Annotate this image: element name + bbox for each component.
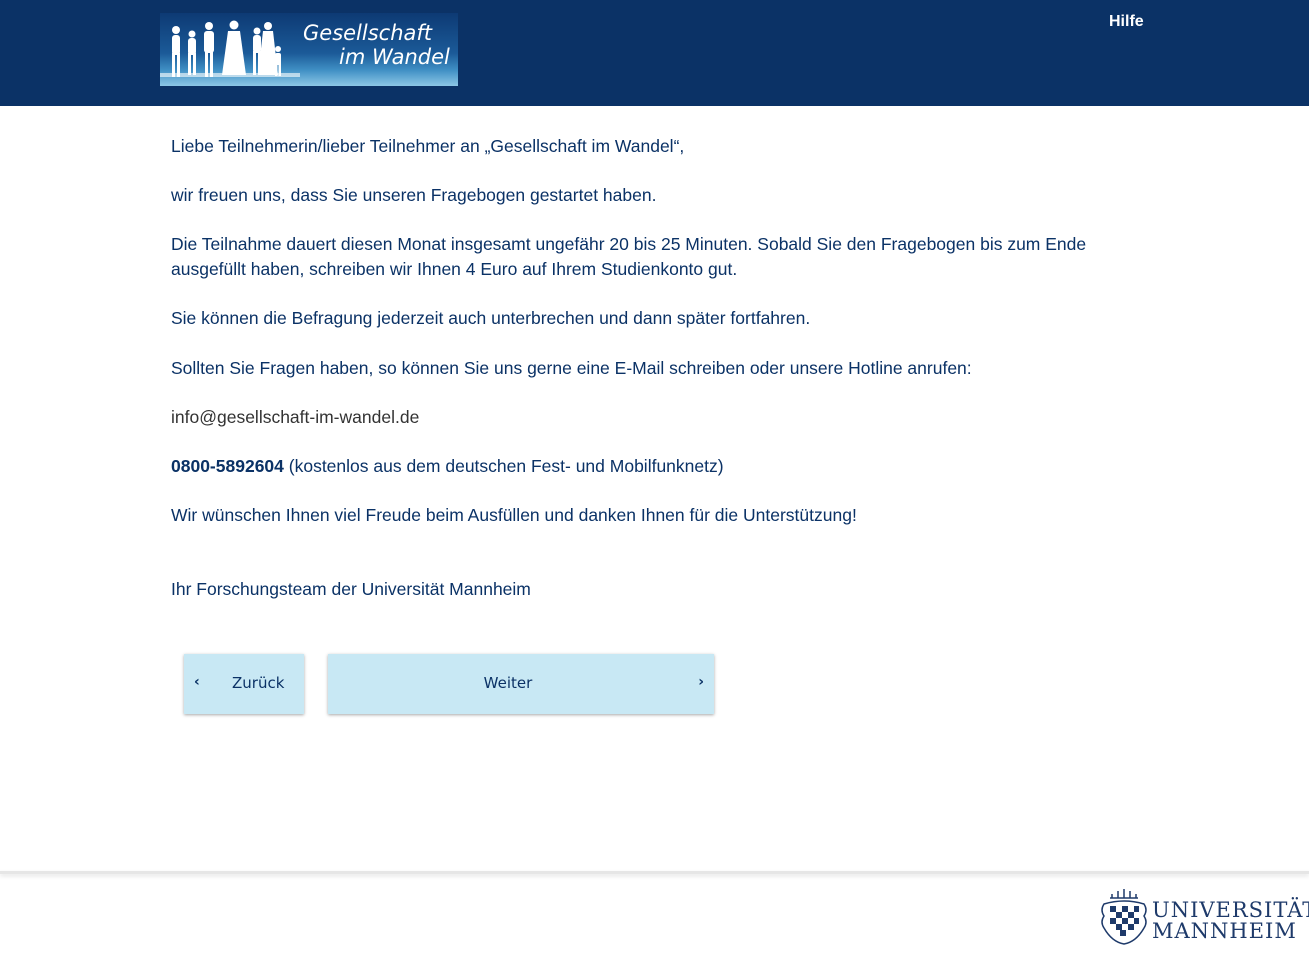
hotline-number: 0800-5892604 <box>171 456 284 476</box>
universitaet-mannheim-logo: UNIVERSITÄT MANNHEIM <box>1098 888 1309 948</box>
contact-text: Sollten Sie Fragen haben, so können Sie … <box>171 358 972 378</box>
duration-text: Die Teilnahme dauert diesen Monat insges… <box>171 234 1087 279</box>
gesellschaft-im-wandel-logo: Gesellschaft im Wandel <box>160 13 458 86</box>
back-button[interactable]: ‹ Zurück <box>184 654 304 714</box>
help-link[interactable]: Hilfe <box>1109 13 1144 31</box>
logo-text-line2: im Wandel <box>339 45 450 69</box>
next-button[interactable]: Weiter › <box>328 654 714 714</box>
pause-text: Sie können die Befragung jederzeit auch … <box>171 308 811 328</box>
uni-name-line2: MANNHEIM <box>1152 919 1297 943</box>
greeting-text: Liebe Teilnehmerin/lieber Teilnehmer an … <box>171 136 685 156</box>
next-button-label: Weiter <box>483 674 533 692</box>
chevron-right-icon: › <box>698 674 704 690</box>
site-header: Gesellschaft im Wandel Hilfe <box>0 0 1309 106</box>
university-crest-icon <box>1101 889 1147 945</box>
back-button-label: Zurück <box>232 674 285 692</box>
hotline-text: 0800-5892604 (kostenlos aus dem deutsche… <box>171 454 724 479</box>
contact-email: info@gesellschaft-im-wandel.de <box>171 407 420 427</box>
hotline-note: (kostenlos aus dem deutschen Fest- und M… <box>283 456 724 476</box>
logo-text-line1: Gesellschaft <box>303 21 433 45</box>
footer-divider <box>0 871 1309 874</box>
chevron-left-icon: ‹ <box>194 674 200 690</box>
signature-text: Ihr Forschungsteam der Universität Mannh… <box>171 579 531 599</box>
thanks-text: Wir wünschen Ihnen viel Freude beim Ausf… <box>171 505 857 525</box>
intro-text: wir freuen uns, dass Sie unseren Fragebo… <box>171 185 657 205</box>
